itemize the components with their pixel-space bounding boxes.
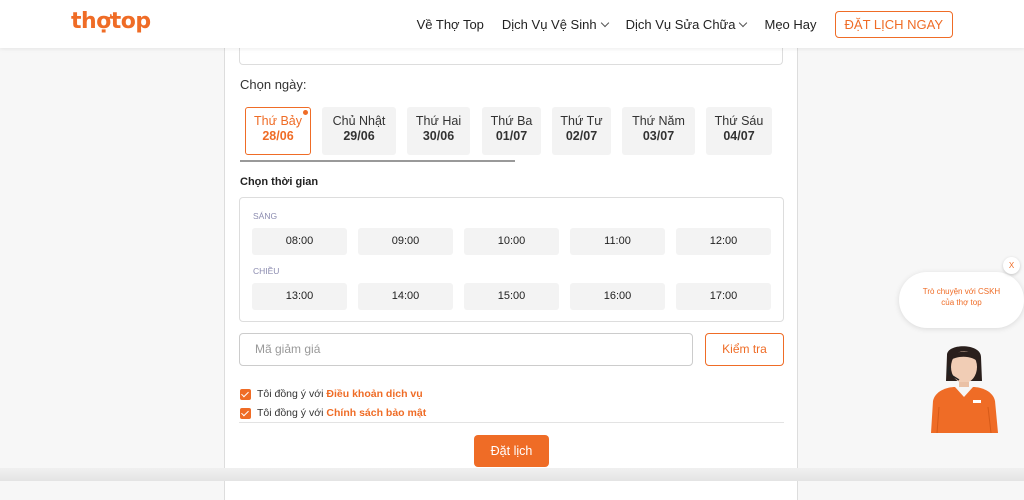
main-nav: Về Thợ Top Dịch Vụ Vệ Sinh Dịch Vụ Sửa C… <box>399 10 953 38</box>
chevron-down-icon <box>600 18 609 27</box>
nav-item-label: Dịch Vụ Vệ Sinh <box>501 16 597 32</box>
nav-item-repair[interactable]: Dịch Vụ Sửa Chữa <box>625 16 748 32</box>
date-label: Chọn ngày: <box>240 77 307 92</box>
divider <box>239 422 784 423</box>
bottom-shadow <box>0 468 1024 481</box>
privacy-link[interactable]: Chính sách bảo mật <box>326 407 426 419</box>
time-slot[interactable]: 16:00 <box>570 283 665 310</box>
site-header: thợtop Về Thợ Top Dịch Vụ Vệ Sinh Dịch V… <box>0 0 1024 48</box>
nav-item-label: Về Thợ Top <box>416 16 484 32</box>
support-agent-avatar[interactable] <box>925 337 1003 433</box>
book-now-button[interactable]: ĐẶT LỊCH NGAY <box>834 10 953 38</box>
day-weekday: Thứ Bảy <box>254 114 302 128</box>
day-weekday: Thứ Hai <box>415 114 462 128</box>
day-weekday: Thứ Sáu <box>714 114 764 128</box>
day-date: 28/06 <box>262 129 294 143</box>
afternoon-label: CHIỀU <box>253 266 280 276</box>
time-slot[interactable]: 17:00 <box>676 283 771 310</box>
day-weekday: Thứ Ba <box>490 114 533 128</box>
day-weekday: Thứ Năm <box>632 114 685 128</box>
day-date: 04/07 <box>723 129 755 143</box>
chat-prompt-line: Trò chuyện với CSKH <box>922 287 1001 296</box>
terms-link[interactable]: Điều khoản dịch vụ <box>326 388 422 400</box>
time-slot[interactable]: 15:00 <box>464 283 559 310</box>
agree-text: Tôi đồng ý với <box>257 388 324 400</box>
privacy-checkbox[interactable] <box>240 407 251 419</box>
terms-checkbox[interactable] <box>240 388 251 400</box>
submit-booking-button[interactable]: Đặt lịch <box>474 435 549 467</box>
time-slot[interactable]: 12:00 <box>676 228 771 255</box>
day-date: 29/06 <box>343 129 375 143</box>
agree-text: Tôi đồng ý với <box>257 407 324 419</box>
time-slot[interactable]: 14:00 <box>358 283 453 310</box>
day-option[interactable]: Chủ Nhật 29/06 <box>322 107 396 155</box>
day-date: 02/07 <box>565 129 598 143</box>
time-slot[interactable]: 11:00 <box>570 228 665 255</box>
nav-item-label: Mẹo Hay <box>764 16 817 32</box>
time-slot[interactable]: 09:00 <box>358 228 453 255</box>
day-scrollbar[interactable] <box>240 160 515 162</box>
check-coupon-button[interactable]: Kiểm tra <box>705 333 784 366</box>
time-slot[interactable]: 08:00 <box>252 228 347 255</box>
morning-label: SÁNG <box>253 211 278 221</box>
nav-item-cleaning[interactable]: Dịch Vụ Vệ Sinh <box>501 16 609 32</box>
day-option[interactable]: Thứ Sáu 04/07 <box>706 107 772 155</box>
nav-item-about[interactable]: Về Thợ Top <box>417 17 484 32</box>
day-option-selected[interactable]: Thứ Bảy 28/06 <box>245 107 311 155</box>
time-slot[interactable]: 10:00 <box>464 228 559 255</box>
nav-item-tips[interactable]: Mẹo Hay <box>764 17 816 32</box>
coupon-input[interactable]: Mã giảm giá <box>239 333 693 366</box>
privacy-agreement: Tôi đồng ý với Chính sách bảo mật <box>240 407 426 419</box>
day-option[interactable]: Thứ Hai 30/06 <box>407 107 470 155</box>
day-option[interactable]: Thứ Ba 01/07 <box>482 107 541 155</box>
booking-form: Chọn ngày: Thứ Bảy 28/06 Chủ Nhật 29/06 … <box>224 40 798 500</box>
nav-item-label: Dịch Vụ Sửa Chữa <box>625 16 736 32</box>
day-date: 01/07 <box>495 129 528 143</box>
day-date: 30/06 <box>422 129 455 143</box>
day-option[interactable]: Thứ Tư 02/07 <box>552 107 611 155</box>
day-option[interactable]: Thứ Năm 03/07 <box>622 107 695 155</box>
day-date: 03/07 <box>642 129 675 143</box>
time-label: Chọn thời gian <box>240 176 319 188</box>
chat-close-button[interactable]: X <box>1003 257 1020 274</box>
chat-prompt-line: của thợ top <box>941 298 982 307</box>
time-slot-panel: SÁNG 08:00 09:00 10:00 11:00 12:00 CHIỀU… <box>239 197 784 322</box>
chevron-down-icon <box>739 18 748 27</box>
day-weekday: Chủ Nhật <box>332 114 386 128</box>
chat-prompt-bubble[interactable]: Trò chuyện với CSKH của thợ top <box>899 272 1024 328</box>
time-slot[interactable]: 13:00 <box>252 283 347 310</box>
day-weekday: Thứ Tư <box>560 114 603 128</box>
logo[interactable]: thợtop <box>71 9 151 34</box>
terms-agreement: Tôi đồng ý với Điều khoản dịch vụ <box>240 388 423 400</box>
selected-dot-icon <box>303 110 308 115</box>
